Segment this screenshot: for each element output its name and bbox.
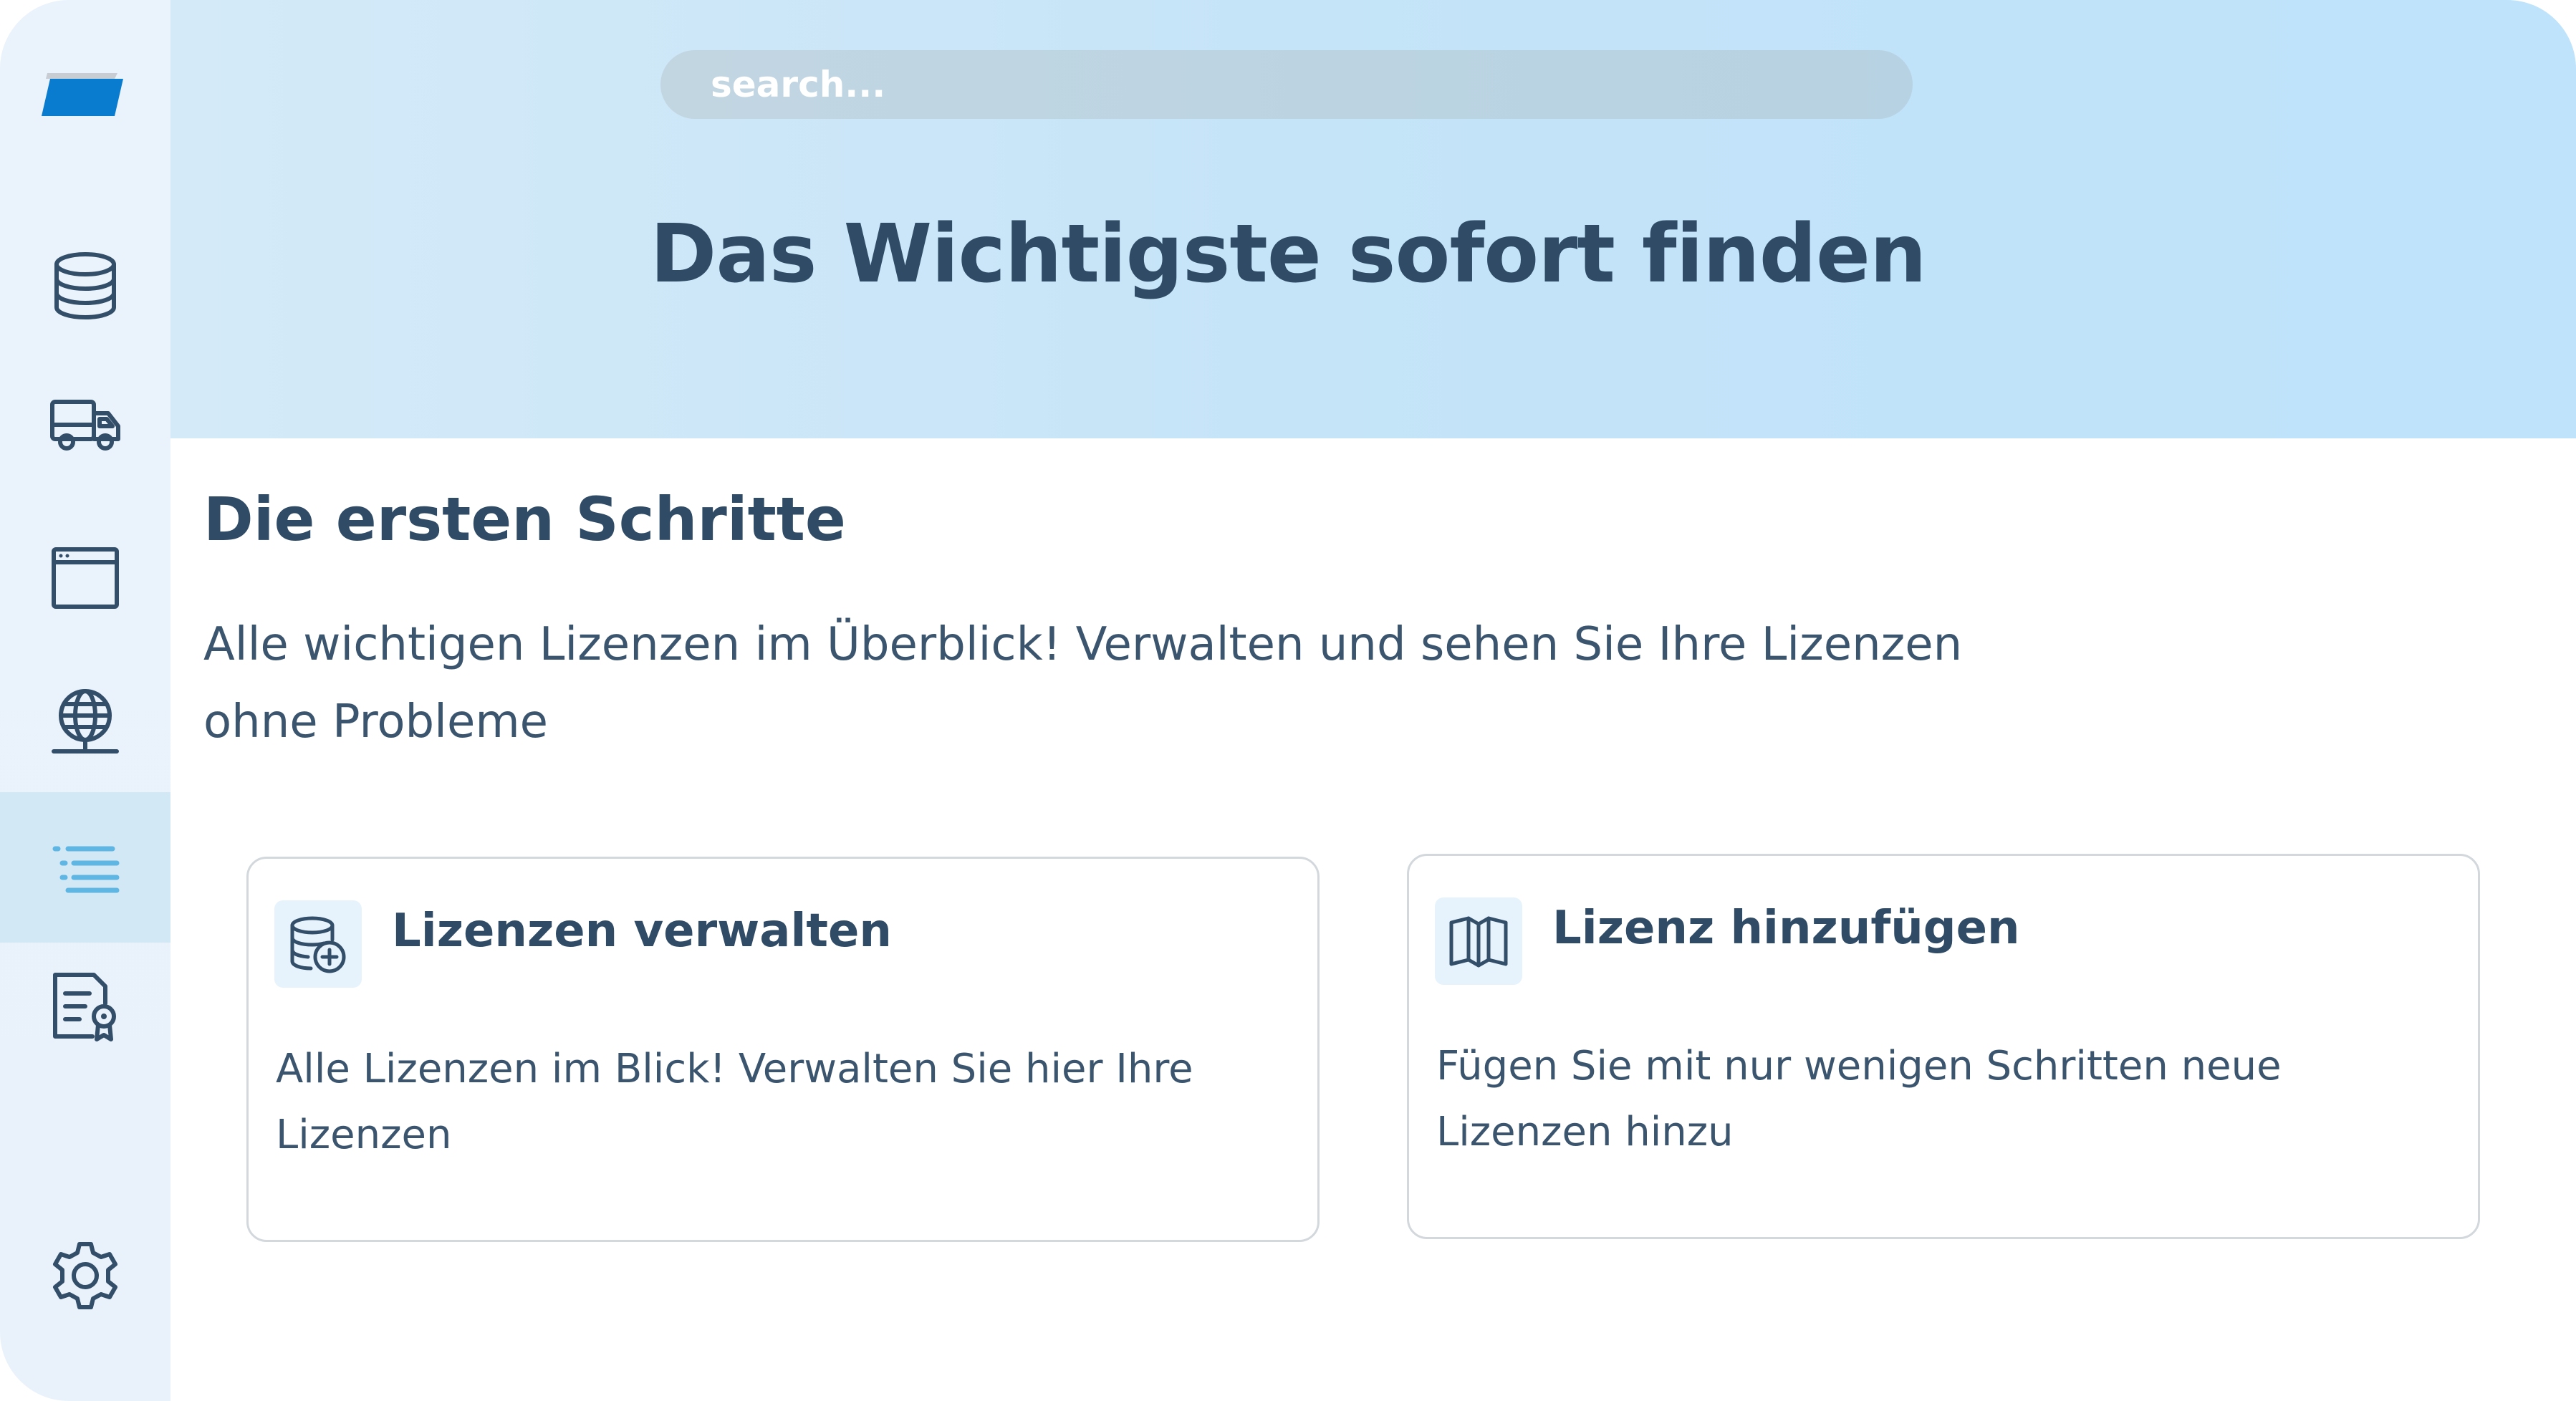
sidebar (0, 0, 170, 1401)
app-window: Das Wichtigste sofort finden Die ersten … (0, 0, 2576, 1401)
search-input[interactable] (660, 50, 1913, 119)
card-icon-box (274, 900, 362, 988)
database-add-icon (290, 916, 346, 973)
card-description: Fügen Sie mit nur wenigen Schritten neue… (1436, 1043, 2282, 1155)
hero-header: Das Wichtigste sofort finden (170, 0, 2576, 438)
card-manage-licenses[interactable]: Lizenzen verwalten Alle Lizenzen im Blic… (246, 857, 1320, 1242)
sidebar-item-delivery[interactable] (0, 350, 170, 500)
sidebar-item-settings[interactable] (0, 1200, 170, 1351)
section-description: Alle wichtigen Lizenzen im Überblick! Ve… (203, 618, 1963, 748)
card-title: Lizenz hinzufügen (1552, 902, 2020, 955)
database-icon (54, 252, 116, 319)
card-icon-box (1435, 897, 1522, 985)
sidebar-item-licenses[interactable] (0, 792, 170, 943)
browser-window-icon (52, 547, 119, 609)
card-description: Alle Lizenzen im Blick! Verwalten Sie hi… (276, 1046, 1193, 1158)
truck-icon (50, 400, 120, 451)
list-icon (52, 846, 120, 893)
sidebar-item-network[interactable] (0, 647, 170, 798)
card-add-license[interactable]: Lizenz hinzufügen Fügen Sie mit nur weni… (1407, 854, 2480, 1239)
open-book-icon (1449, 916, 1508, 968)
app-logo[interactable] (40, 69, 126, 120)
logo-icon (42, 73, 123, 116)
card-title: Lizenzen verwalten (392, 905, 892, 958)
section-title: Die ersten Schritte (203, 484, 846, 554)
sidebar-item-database[interactable] (0, 211, 170, 361)
globe-network-icon (52, 689, 119, 754)
gear-icon (53, 1242, 117, 1309)
sidebar-item-application[interactable] (0, 503, 170, 653)
hero-title: Das Wichtigste sofort finden (650, 208, 1926, 301)
sidebar-item-certificates[interactable] (0, 931, 170, 1082)
certificate-document-icon (53, 973, 116, 1041)
